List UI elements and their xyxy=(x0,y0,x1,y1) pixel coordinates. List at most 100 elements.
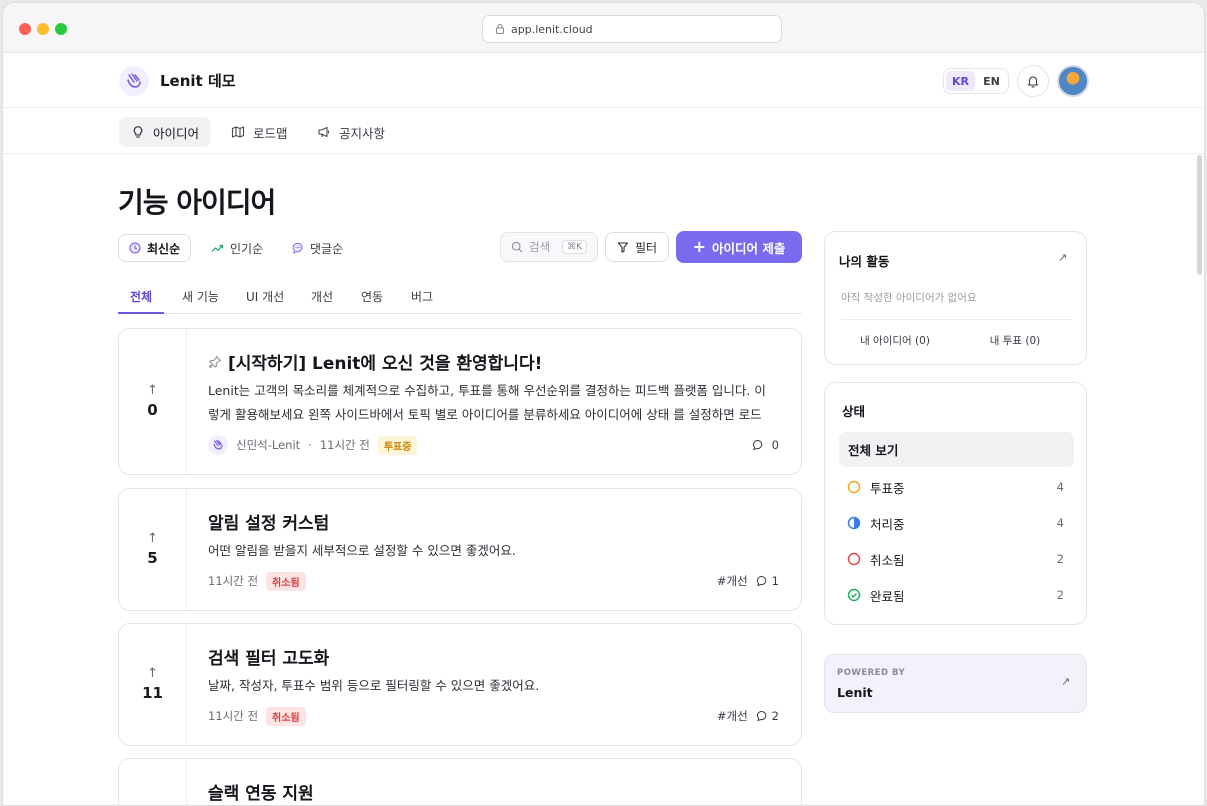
lock-icon xyxy=(495,23,505,35)
status-label: 완료됨 xyxy=(870,588,905,604)
upvote-button[interactable]: ↑ 0 xyxy=(119,329,187,474)
separator-dot: · xyxy=(308,438,312,452)
idea-card[interactable]: 슬랙 연동 지원 xyxy=(118,758,802,805)
search-input[interactable]: 검색 ⌘K xyxy=(500,232,598,262)
hand-wave-icon xyxy=(127,73,141,88)
idea-author: 신민석-Lenit xyxy=(236,438,301,452)
sort-popular-button[interactable]: 인기순 xyxy=(201,234,273,262)
idea-title[interactable]: 검색 필터 고도화 xyxy=(208,644,329,669)
status-in-progress[interactable]: 처리중 4 xyxy=(847,513,1064,533)
lang-en-button[interactable]: EN xyxy=(977,71,1006,91)
minimize-window-button[interactable] xyxy=(37,23,49,35)
submit-idea-button[interactable]: + 아이디어 제출 xyxy=(676,231,802,263)
vote-count: 11 xyxy=(142,684,163,702)
sort-latest-button[interactable]: 최신순 xyxy=(118,234,192,262)
plus-icon: + xyxy=(692,237,707,256)
divider xyxy=(841,319,1072,320)
brand-name[interactable]: Lenit 데모 xyxy=(160,70,236,91)
comment-icon xyxy=(752,439,762,451)
nav-announcements[interactable]: 공지사항 xyxy=(305,117,397,147)
arrow-up-right-icon[interactable]: ↗ xyxy=(1058,251,1067,264)
maximize-window-button[interactable] xyxy=(55,23,67,35)
comment-count-value: 2 xyxy=(771,709,779,723)
idea-description: 날짜, 작성자, 투표수 범위 등으로 필터링할 수 있으면 좋겠어요. xyxy=(208,678,540,693)
idea-card[interactable]: ↑ 11 검색 필터 고도화 날짜, 작성자, 투표수 범위 등으로 필터링할 … xyxy=(118,623,802,746)
status-completed[interactable]: 완료됨 2 xyxy=(847,585,1064,605)
notifications-button[interactable] xyxy=(1017,65,1049,97)
sort-comments-button[interactable]: 댓글순 xyxy=(282,234,353,262)
lang-kr-button[interactable]: KR xyxy=(946,71,975,91)
nav-ideas[interactable]: 아이디어 xyxy=(119,117,212,147)
idea-card[interactable]: ↑ 5 알림 설정 커스텀 어떤 알림을 받을지 세부적으로 설정할 수 있으면… xyxy=(118,488,802,611)
idea-time: 11시간 전 xyxy=(208,709,259,723)
tab-new-feature[interactable]: 새 기능 xyxy=(170,288,231,314)
in-progress-status-icon xyxy=(847,516,861,530)
upvote-button[interactable] xyxy=(119,759,187,805)
my-votes-button[interactable]: 내 투표 (0) xyxy=(955,333,1075,348)
my-ideas-button[interactable]: 내 아이디어 (0) xyxy=(835,333,955,348)
status-panel-title: 상태 xyxy=(842,404,866,419)
upvote-button[interactable]: ↑ 5 xyxy=(119,489,187,610)
comment-count[interactable]: 1 xyxy=(756,574,779,588)
nav-roadmap[interactable]: 로드맵 xyxy=(219,117,300,147)
status-count: 2 xyxy=(1056,552,1064,566)
idea-tag[interactable]: #개선 xyxy=(717,708,748,724)
address-bar[interactable]: app.lenit.cloud xyxy=(482,15,782,43)
category-tabs: 전체 새 기능 UI 개선 개선 연동 버그 xyxy=(118,281,802,314)
tab-ui-improvement[interactable]: UI 개선 xyxy=(234,288,296,314)
comment-count-value: 0 xyxy=(771,438,779,452)
status-all-button[interactable]: 전체 보기 xyxy=(839,432,1074,467)
idea-title[interactable]: [시작하기] Lenit에 오신 것을 환영합니다! xyxy=(208,349,542,374)
idea-title[interactable]: 슬랙 연동 지원 xyxy=(208,779,314,804)
megaphone-icon xyxy=(318,126,330,138)
app-header: Lenit 데모 KR EN xyxy=(3,54,1204,108)
page-title: 기능 아이디어 xyxy=(118,186,276,219)
trending-up-icon xyxy=(211,244,224,252)
main-nav: 아이디어 로드맵 공지사항 xyxy=(3,109,1204,154)
status-count: 4 xyxy=(1056,516,1064,530)
tab-all[interactable]: 전체 xyxy=(118,288,165,314)
sort-latest-label: 최신순 xyxy=(147,241,181,256)
comment-icon xyxy=(756,575,766,587)
my-activity-panel: 나의 활동 ↗ 아직 작성한 아이디어가 없어요 내 아이디어 (0) 내 투표… xyxy=(824,231,1087,365)
user-avatar[interactable] xyxy=(1057,65,1089,97)
map-icon xyxy=(231,126,245,138)
idea-description: Lenit는 고객의 목소리를 체계적으로 수집하고, 투표를 통해 우선순위를… xyxy=(208,383,766,422)
close-window-button[interactable] xyxy=(19,23,31,35)
comment-count[interactable]: 0 xyxy=(752,438,779,452)
tab-improvement[interactable]: 개선 xyxy=(299,288,345,314)
idea-tags-comments: #개선 1 xyxy=(717,573,779,589)
page-scrollbar[interactable] xyxy=(1197,155,1202,275)
bell-icon xyxy=(1027,76,1039,88)
arrow-up-icon: ↑ xyxy=(147,383,158,398)
sort-popular-label: 인기순 xyxy=(230,241,264,256)
powered-by-card[interactable]: POWERED BY Lenit ↗ xyxy=(824,654,1087,713)
arrow-up-icon: ↑ xyxy=(147,666,158,681)
author-avatar xyxy=(208,435,228,455)
comment-count-value: 1 xyxy=(771,574,779,588)
status-cancelled[interactable]: 취소됨 2 xyxy=(847,549,1064,569)
status-voting[interactable]: 투표중 4 xyxy=(847,477,1064,497)
status-label: 처리중 xyxy=(870,516,905,532)
tab-bug[interactable]: 버그 xyxy=(399,288,445,314)
tab-integration[interactable]: 연동 xyxy=(349,288,395,314)
status-label: 투표중 xyxy=(870,480,905,496)
nav-announcements-label: 공지사항 xyxy=(339,125,386,141)
hand-wave-icon xyxy=(213,439,223,450)
filter-button[interactable]: 필터 xyxy=(605,232,669,262)
language-switcher: KR EN xyxy=(943,68,1009,94)
activity-empty-text: 아직 작성한 아이디어가 없어요 xyxy=(841,292,977,304)
comment-count[interactable]: 2 xyxy=(756,709,779,723)
status-count: 2 xyxy=(1056,588,1064,602)
lenit-logo[interactable] xyxy=(119,66,149,96)
my-activity-title: 나의 활동 xyxy=(839,254,890,269)
powered-by-name: Lenit xyxy=(837,685,873,700)
status-panel: 상태 전체 보기 투표중 4 처리중 4 취소됨 2 완료됨 2 xyxy=(824,382,1087,625)
upvote-button[interactable]: ↑ 11 xyxy=(119,624,187,745)
arrow-up-right-icon: ↗ xyxy=(1061,675,1071,688)
pin-icon xyxy=(209,355,221,368)
idea-tag[interactable]: #개선 xyxy=(717,573,748,589)
idea-card[interactable]: ↑ 0 [시작하기] Lenit에 오신 것을 환영합니다! Lenit는 고객… xyxy=(118,328,802,475)
filter-icon xyxy=(617,242,629,253)
idea-title[interactable]: 알림 설정 커스텀 xyxy=(208,509,329,534)
